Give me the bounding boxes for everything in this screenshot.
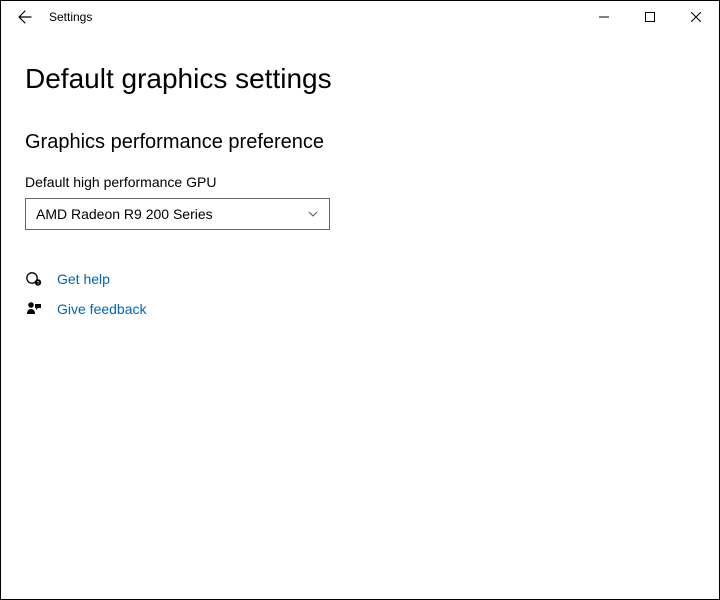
minimize-icon	[599, 12, 609, 22]
get-help-row: ? Get help	[25, 270, 695, 288]
gpu-field-label: Default high performance GPU	[25, 174, 695, 190]
arrow-left-icon	[17, 9, 33, 25]
chevron-down-icon	[307, 208, 319, 220]
help-icon: ?	[25, 270, 43, 288]
gpu-select-value: AMD Radeon R9 200 Series	[36, 206, 213, 222]
help-links: ? Get help Give feedback	[25, 270, 695, 318]
page-title: Default graphics settings	[25, 63, 695, 95]
maximize-button[interactable]	[627, 1, 673, 33]
back-button[interactable]	[5, 1, 45, 33]
svg-text:?: ?	[37, 281, 40, 287]
feedback-icon	[25, 300, 43, 318]
window-controls	[581, 1, 719, 33]
window-title: Settings	[45, 10, 92, 24]
gpu-select[interactable]: AMD Radeon R9 200 Series	[25, 198, 330, 230]
close-icon	[691, 12, 701, 22]
close-button[interactable]	[673, 1, 719, 33]
content-area: Default graphics settings Graphics perfo…	[1, 33, 719, 350]
minimize-button[interactable]	[581, 1, 627, 33]
titlebar: Settings	[1, 1, 719, 33]
maximize-icon	[645, 12, 655, 22]
give-feedback-row: Give feedback	[25, 300, 695, 318]
section-heading: Graphics performance preference	[25, 131, 695, 154]
get-help-link[interactable]: Get help	[57, 271, 110, 287]
give-feedback-link[interactable]: Give feedback	[57, 301, 147, 317]
